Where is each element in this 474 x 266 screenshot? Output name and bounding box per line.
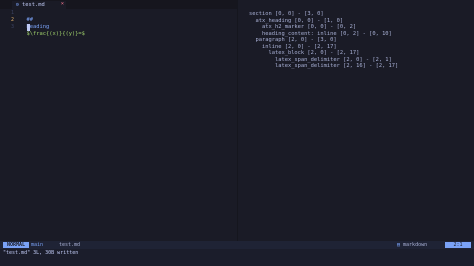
mode-indicator: NORMAL	[3, 242, 29, 248]
branch-name: main	[31, 242, 44, 248]
tabline: ⚙ test.md ×	[0, 0, 237, 9]
filetype: ▤ markdown	[397, 242, 427, 248]
status-filename: test.md	[59, 242, 81, 248]
editor-line-heading[interactable]: ## Heading	[20, 10, 50, 30]
tab-test-md[interactable]: ⚙ test.md ×	[12, 1, 66, 9]
line-number: 1	[10, 10, 14, 16]
close-icon[interactable]: ×	[61, 1, 64, 7]
filetype-label: markdown	[403, 242, 428, 248]
line-number-current: 2	[10, 17, 14, 23]
editor-line-empty[interactable]	[20, 17, 30, 31]
tab-label: test.md	[22, 2, 45, 8]
statusline: NORMAL main test.md ▤ markdown 2:1	[0, 241, 474, 249]
editor-line-latex[interactable]: $\frac{(x)}{(y)}=$	[20, 24, 85, 37]
git-branch: main	[31, 242, 43, 248]
line-number: 3	[10, 24, 14, 30]
command-line[interactable]: "test.md" 3L, 30B written	[3, 249, 78, 257]
markdown-icon: ▤	[397, 242, 401, 248]
latex-text: $\frac{(x)}{(y)}=$	[26, 31, 85, 37]
markdown-file-icon: ⚙	[16, 2, 20, 8]
tree-node[interactable]: latex_span_delimiter [2, 16] - [2, 17]	[249, 63, 398, 70]
cursor-position: 2:1	[445, 242, 471, 248]
